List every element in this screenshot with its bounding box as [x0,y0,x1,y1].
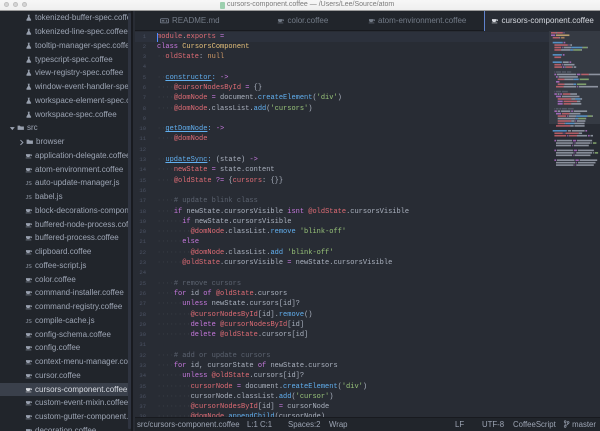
svg-text:JS: JS [26,181,33,187]
svg-text:JS: JS [26,264,33,270]
svg-text:JS: JS [26,319,33,325]
svg-text:JS: JS [26,195,33,201]
